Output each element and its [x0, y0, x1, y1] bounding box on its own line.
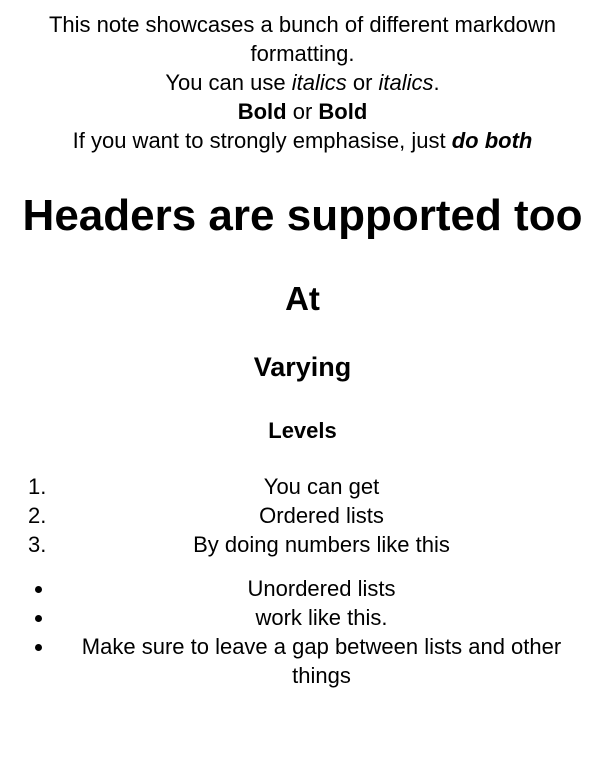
heading-level-2: At [285, 280, 320, 317]
italic-text-b: italics [378, 70, 434, 95]
intro-line-emphasis: If you want to strongly emphasise, just … [4, 126, 601, 155]
heading-level-3: Varying [253, 352, 352, 382]
intro-text: This note showcases a bunch of different… [48, 12, 557, 66]
list-number: 3. [28, 532, 47, 557]
unordered-list-item: work like this. [0, 603, 605, 632]
ordered-list-item: 2. Ordered lists [0, 501, 605, 530]
intro-line-description: This note showcases a bunch of different… [4, 10, 601, 68]
list-item-text: Make sure to leave a gap between lists a… [81, 634, 562, 688]
unordered-list: Unordered lists work like this. Make sur… [0, 574, 605, 690]
ordered-list: 1. You can get 2. Ordered lists 3. By do… [0, 472, 605, 559]
italic-text-a: italics [291, 70, 347, 95]
markdown-note: This note showcases a bunch of different… [0, 0, 605, 690]
italics-or: or [346, 70, 379, 95]
bullet-icon [35, 615, 42, 622]
bullet-icon [35, 586, 42, 593]
unordered-list-item: Make sure to leave a gap between lists a… [0, 632, 605, 690]
ordered-list-item: 1. You can get [0, 472, 605, 501]
bold-text-b: Bold [318, 99, 368, 124]
list-number: 2. [28, 503, 47, 528]
list-item-text: You can get [263, 474, 380, 499]
bold-italic-text: do both [451, 128, 533, 153]
heading-level-1: Headers are supported too [22, 191, 583, 240]
intro-line-italics: You can use italics or italics. [4, 68, 601, 97]
heading-level-4: Levels [268, 418, 337, 443]
list-number: 1. [28, 474, 47, 499]
list-item-text: By doing numbers like this [193, 532, 450, 557]
bold-text-a: Bold [237, 99, 287, 124]
intro-line-bold: Bold or Bold [4, 97, 601, 126]
bold-or: or [286, 99, 319, 124]
emphasis-prefix: If you want to strongly emphasise, just [72, 128, 452, 153]
bullet-icon [35, 644, 42, 651]
ordered-list-item: 3. By doing numbers like this [0, 530, 605, 559]
list-item-text: work like this. [255, 605, 388, 630]
list-item-text: Unordered lists [247, 576, 396, 601]
italics-suffix: . [433, 70, 440, 95]
italics-prefix: You can use [165, 70, 292, 95]
unordered-list-item: Unordered lists [0, 574, 605, 603]
list-item-text: Ordered lists [259, 503, 384, 528]
